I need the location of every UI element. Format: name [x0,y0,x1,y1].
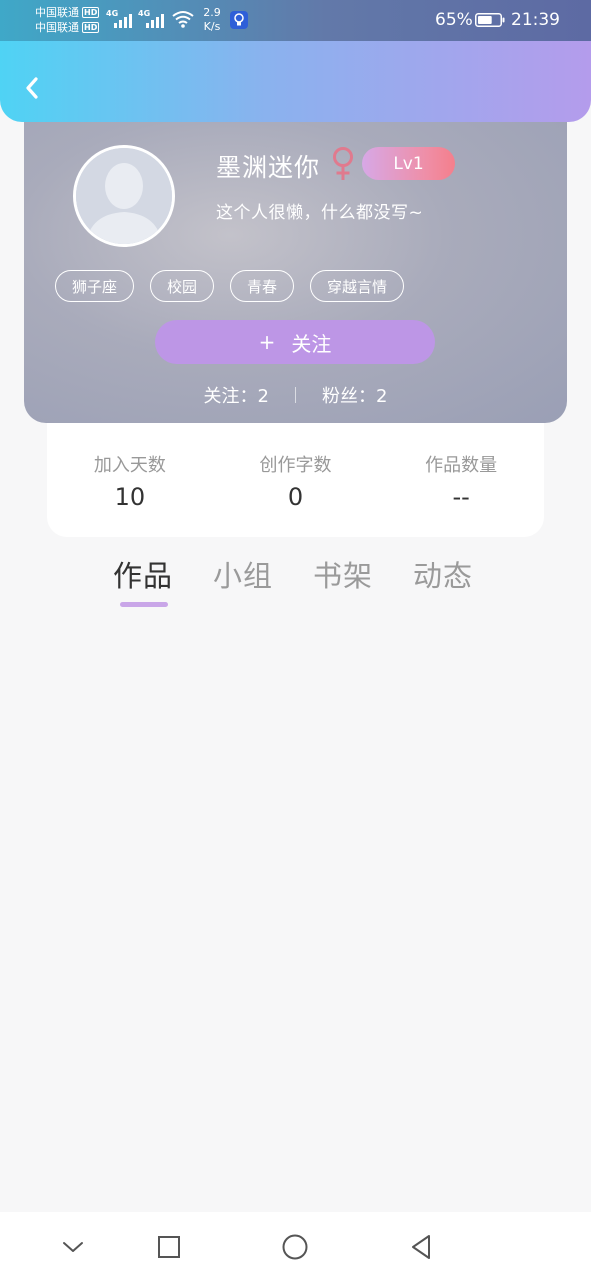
nav-recents-button[interactable] [152,1230,186,1264]
battery-percent: 65% [435,10,473,30]
tag-chip: 穿越言情 [310,270,405,302]
plus-icon: + [258,330,276,354]
status-bar: 中国联通 HD 中国联通 HD 4G 4G 2.9 K/s 65% 21:39 [0,0,591,41]
tab-groups[interactable]: 小组 [213,553,273,595]
nav-back-button[interactable] [404,1230,438,1264]
circle-icon [282,1234,308,1260]
stat-label: 作品数量 [425,455,498,476]
following-count[interactable]: 关注：2 [204,382,269,408]
content-tabs: 作品 小组 书架 动态 [113,553,473,607]
hd-badge: HD [82,22,100,33]
tab-label: 书架 [313,559,374,593]
clock: 21:39 [511,10,560,30]
chevron-down-icon [63,1242,83,1252]
tab-bookshelf[interactable]: 书架 [313,553,373,595]
profile-screen: 中国联通 HD 中国联通 HD 4G 4G 2.9 K/s 65% 21:39 … [0,0,591,1280]
signal-strength-icon: 4G [106,9,132,28]
nav-home-button[interactable] [278,1230,312,1264]
signal-strength-icon: 4G [138,9,164,28]
speed-value: 2.9 [203,6,221,19]
username: 墨渊迷你 [216,153,321,182]
triangle-back-icon [412,1235,430,1259]
top-header: 中国联通 HD 中国联通 HD 4G 4G 2.9 K/s 65% 21:39 [0,0,591,122]
tag-chip: 狮子座 [55,270,135,302]
tab-activity[interactable]: 动态 [413,553,473,595]
back-button[interactable] [18,72,46,104]
stat-label: 加入天数 [93,455,166,476]
system-nav-bar [0,1212,591,1280]
network-speed: 2.9 K/s [202,6,222,34]
tab-label: 小组 [213,559,274,593]
carrier-name-2: 中国联通 [35,21,79,34]
stat-word-count: 创作字数 0 [213,423,379,537]
tag-list: 狮子座 校园 青春 穿越言情 [55,270,405,302]
stat-value: 0 [287,483,304,511]
followers-count[interactable]: 粉丝：2 [322,382,387,408]
avatar[interactable] [73,145,175,247]
stat-label: 创作字数 [259,455,332,476]
tab-label: 动态 [413,559,474,593]
signal-indicators: 4G 4G [106,9,164,28]
follow-button[interactable]: + 关注 [155,320,435,364]
stats-card: 加入天数 10 创作字数 0 作品数量 -- [47,423,544,537]
female-icon [333,147,353,180]
lightbulb-icon [230,11,248,29]
nav-collapse-button[interactable] [56,1230,90,1264]
divider [295,387,296,403]
stat-value: -- [452,483,470,511]
tab-works[interactable]: 作品 [113,553,174,607]
carrier-info: 中国联通 HD 中国联通 HD [35,5,100,35]
battery-icon [475,13,505,27]
stat-value: 10 [114,483,146,511]
square-icon [158,1236,180,1258]
speed-unit: K/s [203,20,221,33]
follow-button-label: 关注 [291,331,332,356]
default-avatar-icon [76,148,172,244]
tab-label: 作品 [113,559,174,593]
carrier-name-1: 中国联通 [35,6,79,19]
stat-works-count: 作品数量 -- [378,423,544,537]
level-badge: Lv1 [362,147,455,180]
user-bio: 这个人很懒，什么都没写~ [216,203,424,223]
tab-active-indicator [120,602,168,607]
profile-card: 墨渊迷你 Lv1 这个人很懒，什么都没写~ 狮子座 校园 青春 穿越言情 + 关… [24,110,567,423]
tag-chip: 青春 [230,270,295,302]
follow-stats: 关注：2 粉丝：2 [24,382,567,408]
chevron-left-icon [26,77,38,99]
wifi-icon [172,11,194,28]
hd-badge: HD [82,7,100,18]
tag-chip: 校园 [150,270,215,302]
stat-join-days: 加入天数 10 [47,423,213,537]
